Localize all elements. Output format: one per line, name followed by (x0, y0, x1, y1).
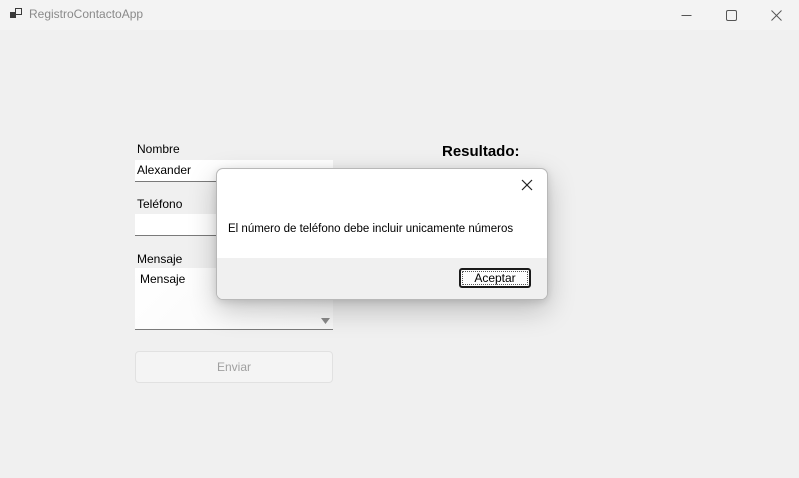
maximize-icon (725, 9, 737, 21)
title-bar: RegistroContactoApp (0, 0, 799, 30)
app-icon (10, 8, 22, 18)
name-value: Alexander (137, 163, 192, 177)
message-dialog: El número de teléfono debe incluir unica… (216, 168, 548, 300)
send-button[interactable]: Enviar (135, 351, 333, 383)
minimize-icon (681, 14, 691, 16)
minimize-button[interactable] (663, 0, 709, 30)
phone-label: Teléfono (137, 197, 183, 211)
name-label: Nombre (137, 142, 180, 156)
dialog-footer: Aceptar (217, 258, 547, 299)
message-value: Mensaje (140, 272, 186, 286)
ok-button[interactable]: Aceptar (459, 268, 531, 288)
window-title: RegistroContactoApp (29, 7, 144, 21)
close-icon (521, 179, 533, 191)
message-label: Mensaje (137, 252, 183, 266)
close-icon (770, 9, 782, 21)
maximize-button[interactable] (708, 0, 754, 30)
scroll-down-icon[interactable] (321, 318, 330, 324)
close-button[interactable] (753, 0, 799, 30)
dialog-close-button[interactable] (513, 172, 541, 198)
dialog-message: El número de teléfono debe incluir unica… (228, 223, 514, 235)
result-label: Resultado: (442, 143, 520, 160)
